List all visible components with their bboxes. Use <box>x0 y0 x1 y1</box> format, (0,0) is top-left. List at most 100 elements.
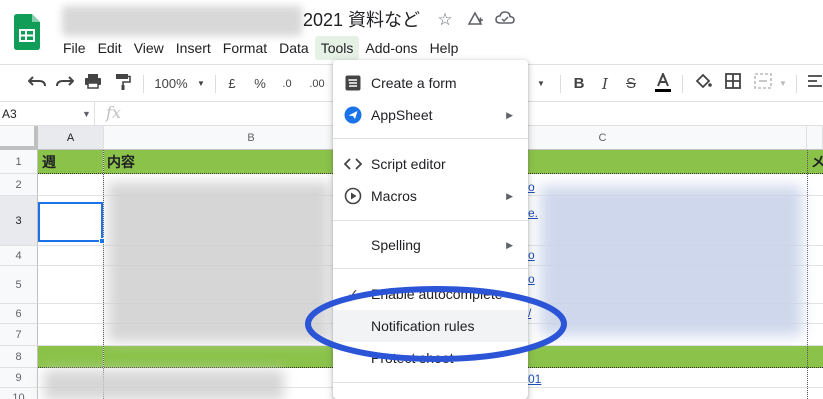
submenu-arrow-icon: ▶ <box>506 190 513 201</box>
selected-cell-a3[interactable] <box>38 202 103 242</box>
menu-item-macros[interactable]: Macros ▶ <box>333 180 528 212</box>
link-fragment[interactable]: o <box>528 248 535 262</box>
decrease-decimal-button[interactable]: .0 <box>276 73 298 95</box>
menu-item-label: Macros <box>371 188 417 204</box>
toolbar-divider <box>215 75 216 93</box>
menu-divider <box>333 268 528 269</box>
row-header-3[interactable]: 3 <box>0 196 38 246</box>
column-gridline <box>103 150 104 399</box>
name-box[interactable]: A3 <box>0 102 95 126</box>
row-header-9[interactable]: 9 <box>0 368 38 388</box>
redacted-content <box>44 370 284 399</box>
redacted-content <box>540 186 802 336</box>
row-header-5[interactable]: 5 <box>0 266 38 304</box>
toolbar-divider <box>796 75 797 93</box>
menu-insert[interactable]: Insert <box>170 36 217 60</box>
redacted-content <box>108 182 330 342</box>
header-cell-content[interactable]: 内容 <box>107 151 135 173</box>
column-header-d[interactable] <box>807 126 823 150</box>
menu-add-ons[interactable]: Add-ons <box>359 36 423 60</box>
fill-color-icon[interactable] <box>692 73 714 95</box>
row-header-7[interactable]: 7 <box>0 324 38 346</box>
text-color-icon[interactable] <box>652 71 674 95</box>
menu-divider <box>333 138 528 139</box>
form-icon <box>344 74 362 92</box>
menu-item-label: Enable autocomplete <box>371 286 503 302</box>
zoom-select[interactable]: 100% <box>152 73 190 95</box>
fill-handle[interactable] <box>99 238 105 244</box>
menu-item-notification-rules[interactable]: Notification rules <box>333 310 528 342</box>
currency-format-button[interactable]: £ <box>224 73 240 95</box>
move-to-drive-icon[interactable] <box>465 10 485 30</box>
toolbar-divider <box>143 75 144 93</box>
menu-help[interactable]: Help <box>424 36 465 60</box>
menu-divider <box>333 220 528 221</box>
row-header-8[interactable]: 8 <box>0 346 38 368</box>
menu-item-appsheet[interactable]: AppSheet ▶ <box>333 99 528 131</box>
menu-item-label: Script editor <box>371 156 446 172</box>
column-header-a[interactable]: A <box>38 126 104 150</box>
menu-item-protect-sheet[interactable]: Protect sheet <box>333 342 528 374</box>
row-header-2[interactable]: 2 <box>0 174 38 196</box>
menu-item-label: Create a form <box>371 75 457 91</box>
fx-icon: fx <box>106 103 121 122</box>
align-icon[interactable] <box>806 73 823 95</box>
redacted-title-prefix <box>62 6 302 36</box>
appsheet-icon <box>344 106 362 124</box>
play-circle-icon <box>344 187 362 205</box>
zoom-chevron-icon[interactable]: ▼ <box>196 73 206 95</box>
paint-format-icon[interactable] <box>112 73 134 95</box>
italic-icon[interactable]: I <box>596 73 614 95</box>
sheets-logo-icon[interactable] <box>14 14 40 50</box>
merge-chevron-icon[interactable]: ▼ <box>778 73 788 95</box>
check-icon: ✓ <box>347 285 359 302</box>
menu-view[interactable]: View <box>128 36 170 60</box>
font-size-chevron-icon[interactable]: ▼ <box>536 73 546 95</box>
name-box-chevron-icon[interactable]: ▼ <box>82 102 91 126</box>
menu-item-script-editor[interactable]: Script editor <box>333 148 528 180</box>
menu-bar: File Edit View Insert Format Data Tools … <box>57 36 464 60</box>
tools-menu-dropdown: Create a form AppSheet ▶ Script editor M… <box>333 60 528 399</box>
menu-tools[interactable]: Tools <box>314 36 360 60</box>
menu-divider <box>333 382 528 383</box>
undo-icon[interactable] <box>26 73 48 95</box>
row-header-10[interactable]: 10 <box>0 388 38 399</box>
header-cell-week[interactable]: 週 <box>42 151 56 173</box>
menu-item-label: Protect sheet <box>371 350 454 366</box>
menu-item-label: AppSheet <box>371 107 433 123</box>
increase-decimal-button[interactable]: .00 <box>302 73 332 95</box>
strikethrough-icon[interactable]: S <box>622 73 640 95</box>
submenu-arrow-icon: ▶ <box>506 109 513 120</box>
column-gridline <box>807 150 808 399</box>
menu-data[interactable]: Data <box>273 36 315 60</box>
row-header-6[interactable]: 6 <box>0 304 38 324</box>
document-title[interactable]: 2021 資料など <box>303 8 420 32</box>
print-icon[interactable] <box>82 73 104 95</box>
menu-item-enable-autocomplete[interactable]: ✓ Enable autocomplete <box>333 278 528 310</box>
cloud-status-icon[interactable] <box>495 10 515 30</box>
redo-icon[interactable] <box>54 73 76 95</box>
menu-file[interactable]: File <box>57 36 92 60</box>
link-fragment[interactable]: o <box>528 180 535 194</box>
link-fragment[interactable]: o <box>528 272 535 286</box>
row-header-4[interactable]: 4 <box>0 246 38 266</box>
star-icon[interactable]: ☆ <box>435 10 455 30</box>
menu-item-spelling[interactable]: Spelling ▶ <box>333 229 528 261</box>
menu-item-create-form[interactable]: Create a form <box>333 67 528 99</box>
merge-cells-icon[interactable] <box>752 73 774 95</box>
percent-format-button[interactable]: % <box>252 73 268 95</box>
link-fragment[interactable]: / <box>528 306 531 320</box>
bold-icon[interactable]: B <box>570 73 588 95</box>
row-header-1[interactable]: 1 <box>0 150 38 174</box>
link-fragment[interactable]: e. <box>528 206 538 220</box>
submenu-arrow-icon: ▶ <box>506 239 513 250</box>
link-fragment[interactable]: 01 <box>528 372 541 386</box>
menu-edit[interactable]: Edit <box>92 36 128 60</box>
toolbar-divider <box>682 75 683 93</box>
menu-format[interactable]: Format <box>217 36 273 60</box>
code-icon <box>344 155 362 173</box>
toolbar-divider <box>560 75 561 93</box>
header-cell-memo[interactable]: メ <box>811 151 823 173</box>
borders-icon[interactable] <box>722 73 744 95</box>
menu-item-label: Spelling <box>371 237 421 253</box>
